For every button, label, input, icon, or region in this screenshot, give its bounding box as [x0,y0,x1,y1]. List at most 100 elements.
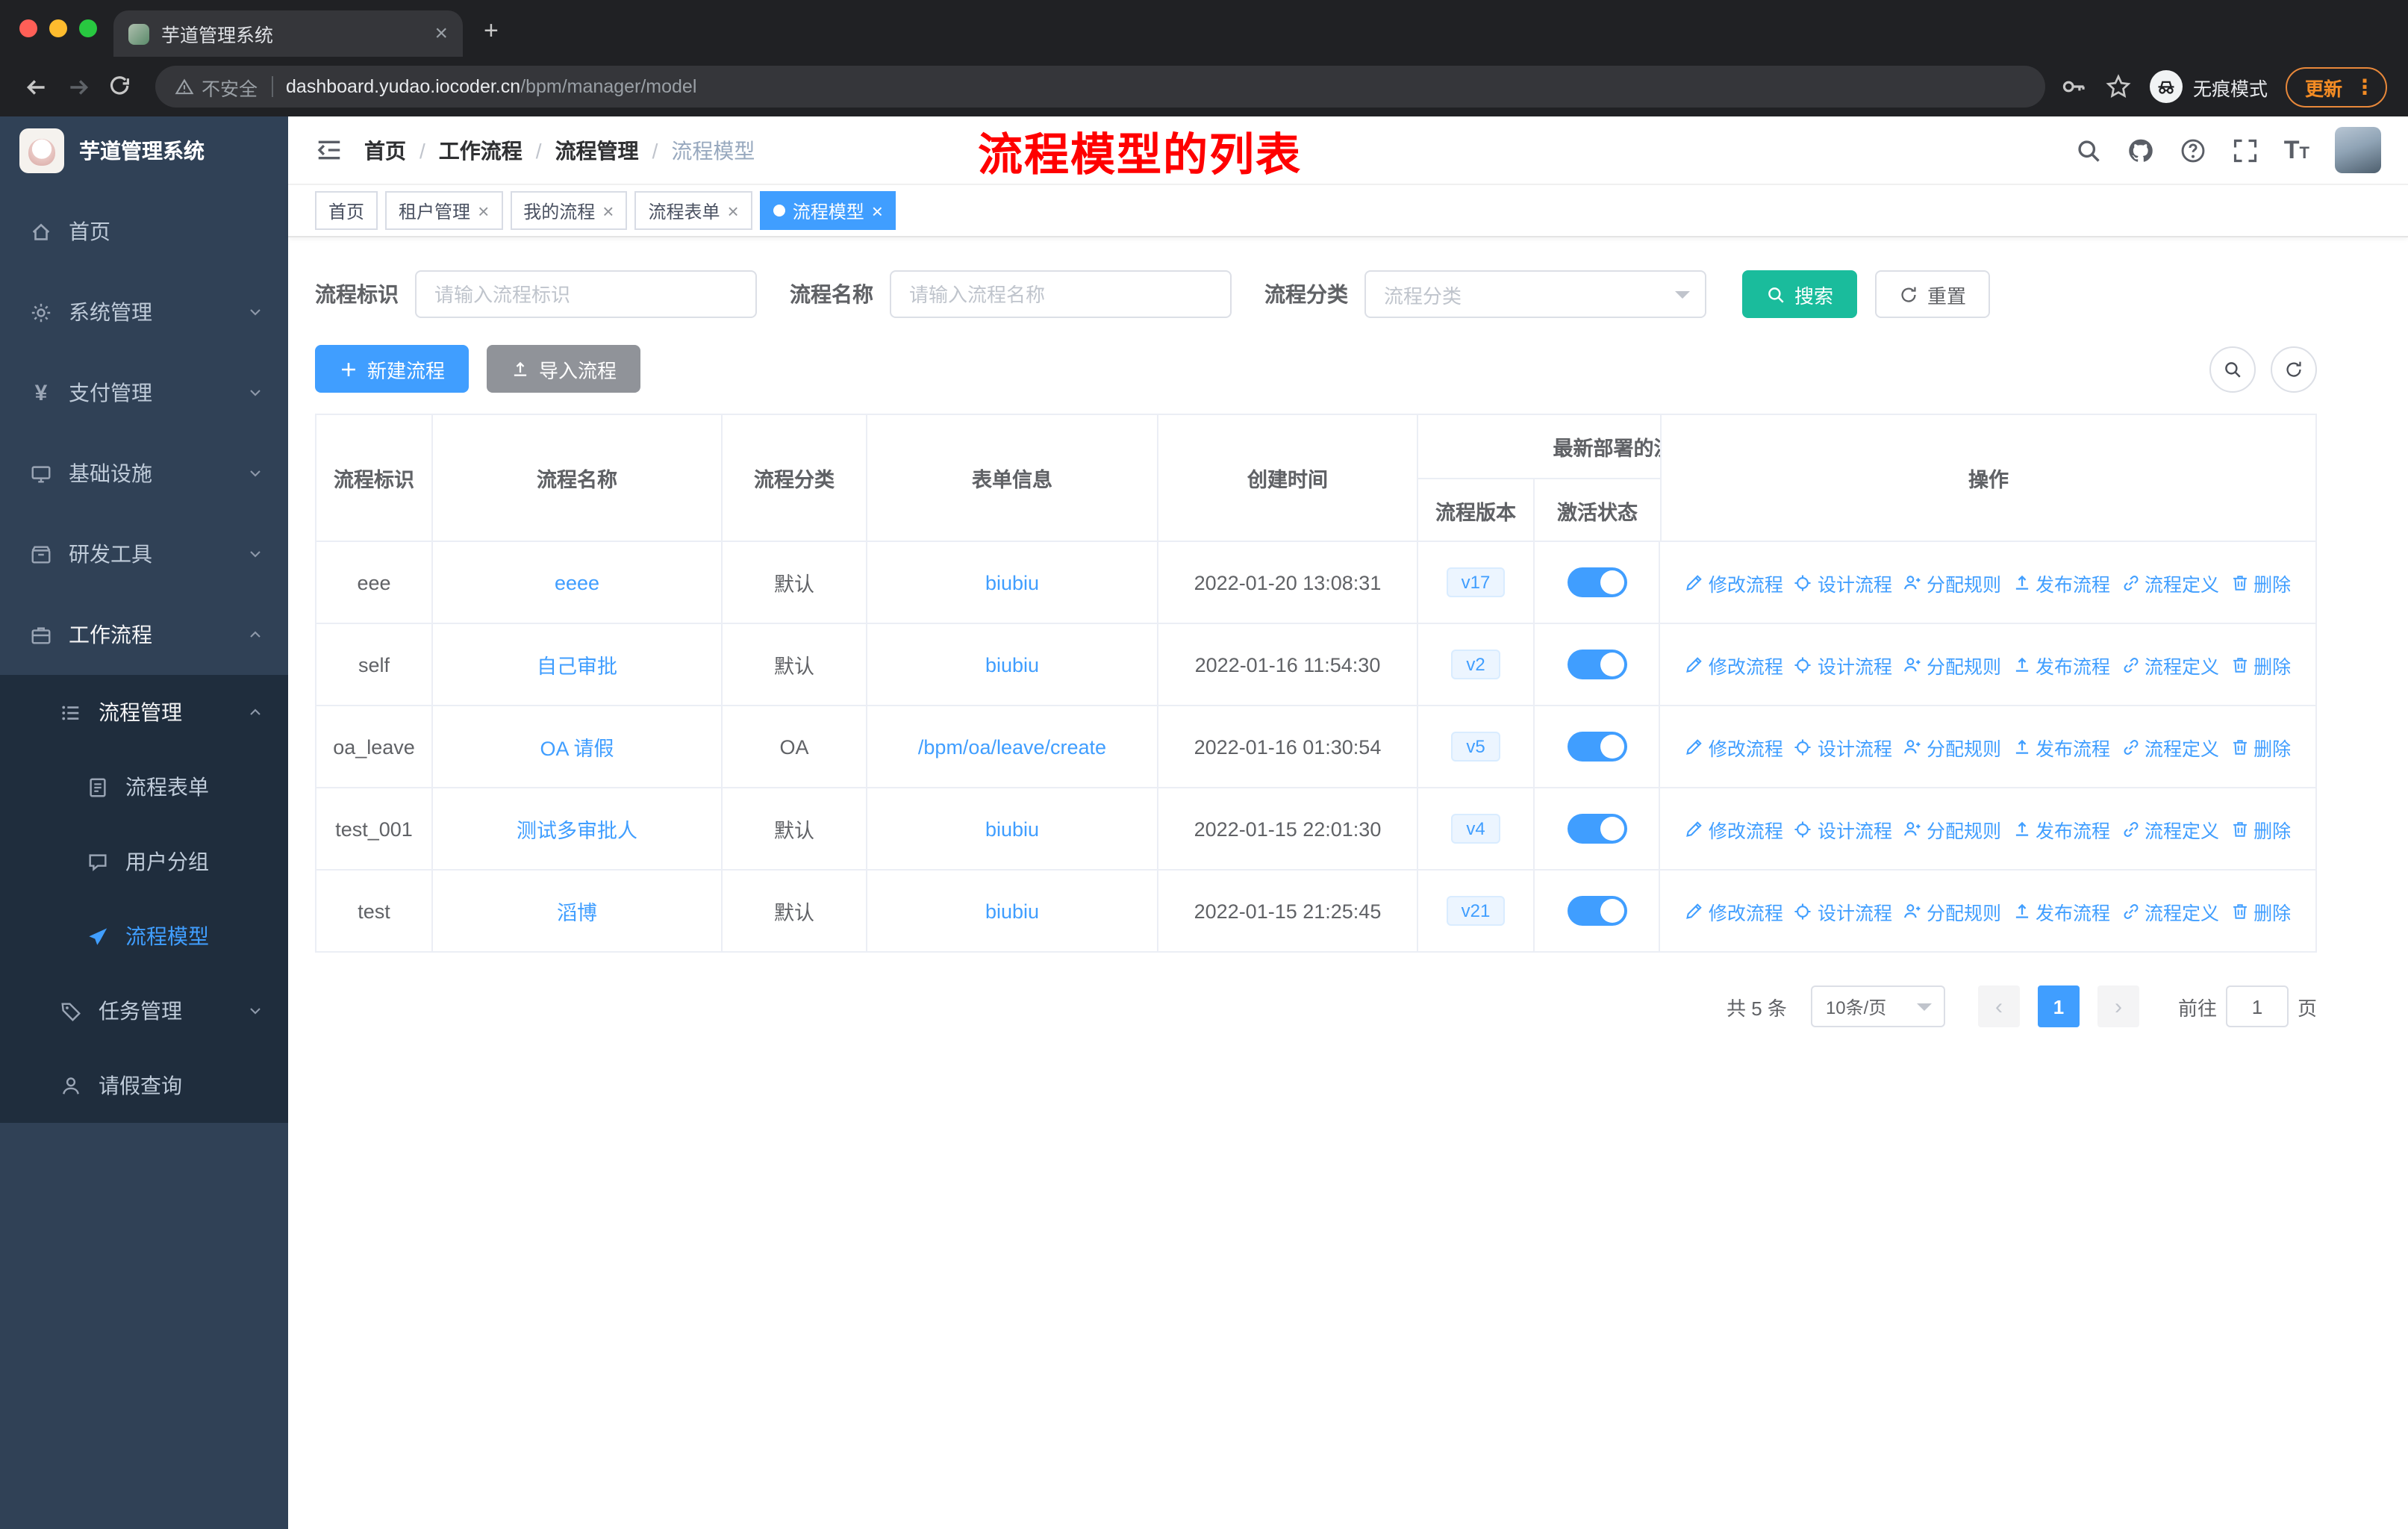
sidebar-item-process-model[interactable]: 流程模型 [0,899,288,974]
sidebar-item-task-mgmt[interactable]: 任务管理 [0,974,288,1048]
browser-update-button[interactable]: 更新 ⋮ [2285,66,2387,107]
action-design[interactable]: 设计流程 [1794,568,1892,597]
action-edit[interactable]: 修改流程 [1685,815,1783,843]
process-name-link[interactable]: OA 请假 [540,732,614,762]
action-design[interactable]: 设计流程 [1794,732,1892,761]
github-icon[interactable] [2127,137,2154,164]
action-delete[interactable]: 删除 [2230,568,2291,597]
process-name-link[interactable]: 测试多审批人 [517,814,637,844]
action-design[interactable]: 设计流程 [1794,815,1892,843]
action-publish[interactable]: 发布流程 [2012,815,2110,843]
search-button[interactable]: 搜索 [1742,270,1858,318]
reload-button[interactable] [99,66,140,108]
next-page-button[interactable]: › [2097,985,2139,1027]
active-toggle[interactable] [1567,650,1626,679]
action-assign[interactable]: 分配规则 [1903,732,2001,761]
create-process-button[interactable]: 新建流程 [315,345,470,393]
action-definition[interactable]: 流程定义 [2121,815,2219,843]
zoom-window-button[interactable] [79,19,97,37]
action-definition[interactable]: 流程定义 [2121,732,2219,761]
sidebar-item-home[interactable]: 首页 [0,191,288,272]
action-edit[interactable]: 修改流程 [1685,732,1783,761]
action-definition[interactable]: 流程定义 [2121,650,2219,679]
sidebar-item-system-mgmt[interactable]: 系统管理 [0,272,288,352]
active-toggle[interactable] [1567,567,1626,597]
breadcrumb-workflow[interactable]: 工作流程 [439,135,523,165]
reset-button[interactable]: 重置 [1875,270,1991,318]
action-design[interactable]: 设计流程 [1794,650,1892,679]
avatar[interactable] [2335,127,2381,173]
category-select[interactable]: 流程分类 [1364,270,1706,318]
action-publish[interactable]: 发布流程 [2012,568,2110,597]
action-edit[interactable]: 修改流程 [1685,568,1783,597]
action-edit[interactable]: 修改流程 [1685,650,1783,679]
password-key-icon[interactable] [2060,73,2087,100]
address-bar[interactable]: 不安全 dashboard.yudao.iocoder.cn /bpm/mana… [155,66,2045,108]
page-1-button[interactable]: 1 [2037,985,2080,1027]
close-icon[interactable]: × [872,201,883,220]
action-delete[interactable]: 删除 [2230,897,2291,925]
close-icon[interactable]: × [478,201,489,220]
fullscreen-icon[interactable] [2232,137,2259,164]
sidebar-item-dev-tools[interactable]: 研发工具 [0,514,288,594]
action-delete[interactable]: 删除 [2230,732,2291,761]
active-toggle[interactable] [1567,814,1626,844]
form-info-link[interactable]: biubiu [985,571,1039,594]
process-key-input[interactable] [415,270,757,318]
active-toggle[interactable] [1567,732,1626,762]
action-publish[interactable]: 发布流程 [2012,650,2110,679]
menu-fold-icon[interactable] [315,136,343,164]
action-publish[interactable]: 发布流程 [2012,897,2110,925]
action-delete[interactable]: 删除 [2230,650,2291,679]
app-logo[interactable]: 芋道管理系统 [0,116,288,185]
prev-page-button[interactable]: ‹ [1977,985,2020,1027]
action-definition[interactable]: 流程定义 [2121,568,2219,597]
tab-close-icon[interactable]: × [434,22,448,45]
process-name-link[interactable]: 自己审批 [537,650,617,679]
close-icon[interactable]: × [728,201,739,220]
search-icon[interactable] [2075,137,2102,164]
form-info-link[interactable]: /bpm/oa/leave/create [918,735,1106,758]
action-assign[interactable]: 分配规则 [1903,568,2001,597]
process-name-link[interactable]: 滔博 [557,896,597,926]
security-label[interactable]: 不安全 [202,72,258,101]
goto-page-input[interactable] [2225,985,2289,1027]
tag-process-form[interactable]: 流程表单 × [634,191,752,230]
sidebar-item-infrastructure[interactable]: 基础设施 [0,433,288,514]
form-info-link[interactable]: biubiu [985,653,1039,676]
minimize-window-button[interactable] [49,19,67,37]
browser-tab[interactable]: 芋道管理系统 × [113,10,463,57]
form-info-link[interactable]: biubiu [985,818,1039,840]
sidebar-item-process-mgmt[interactable]: 流程管理 [0,675,288,750]
font-size-icon[interactable]: TT [2284,137,2309,163]
action-definition[interactable]: 流程定义 [2121,897,2219,925]
process-name-link[interactable]: eeee [555,571,599,594]
back-button[interactable] [15,66,57,108]
breadcrumb-home[interactable]: 首页 [364,135,406,165]
sidebar-item-user-group[interactable]: 用户分组 [0,824,288,899]
breadcrumb-process-mgmt[interactable]: 流程管理 [555,135,639,165]
tag-home[interactable]: 首页 [315,191,378,230]
action-publish[interactable]: 发布流程 [2012,732,2110,761]
forward-button[interactable] [57,66,99,108]
sidebar-item-leave-query[interactable]: 请假查询 [0,1048,288,1123]
action-assign[interactable]: 分配规则 [1903,897,2001,925]
sidebar-item-process-form[interactable]: 流程表单 [0,750,288,824]
action-edit[interactable]: 修改流程 [1685,897,1783,925]
sidebar-item-payment-mgmt[interactable]: ¥ 支付管理 [0,352,288,433]
action-assign[interactable]: 分配规则 [1903,815,2001,843]
active-toggle[interactable] [1567,896,1626,926]
tag-tenant-mgmt[interactable]: 租户管理 × [385,191,503,230]
help-icon[interactable] [2180,137,2206,164]
browser-menu-icon[interactable]: ⋮ [2354,76,2375,97]
sidebar-item-workflow[interactable]: 工作流程 [0,594,288,675]
close-icon[interactable]: × [602,201,614,220]
process-name-input[interactable] [890,270,1232,318]
toggle-search-button[interactable] [2209,346,2256,392]
tag-process-model[interactable]: 流程模型 × [759,191,896,230]
action-assign[interactable]: 分配规则 [1903,650,2001,679]
tag-my-process[interactable]: 我的流程 × [510,191,628,230]
import-process-button[interactable]: 导入流程 [487,345,641,393]
bookmark-star-icon[interactable] [2105,73,2132,100]
action-delete[interactable]: 删除 [2230,815,2291,843]
